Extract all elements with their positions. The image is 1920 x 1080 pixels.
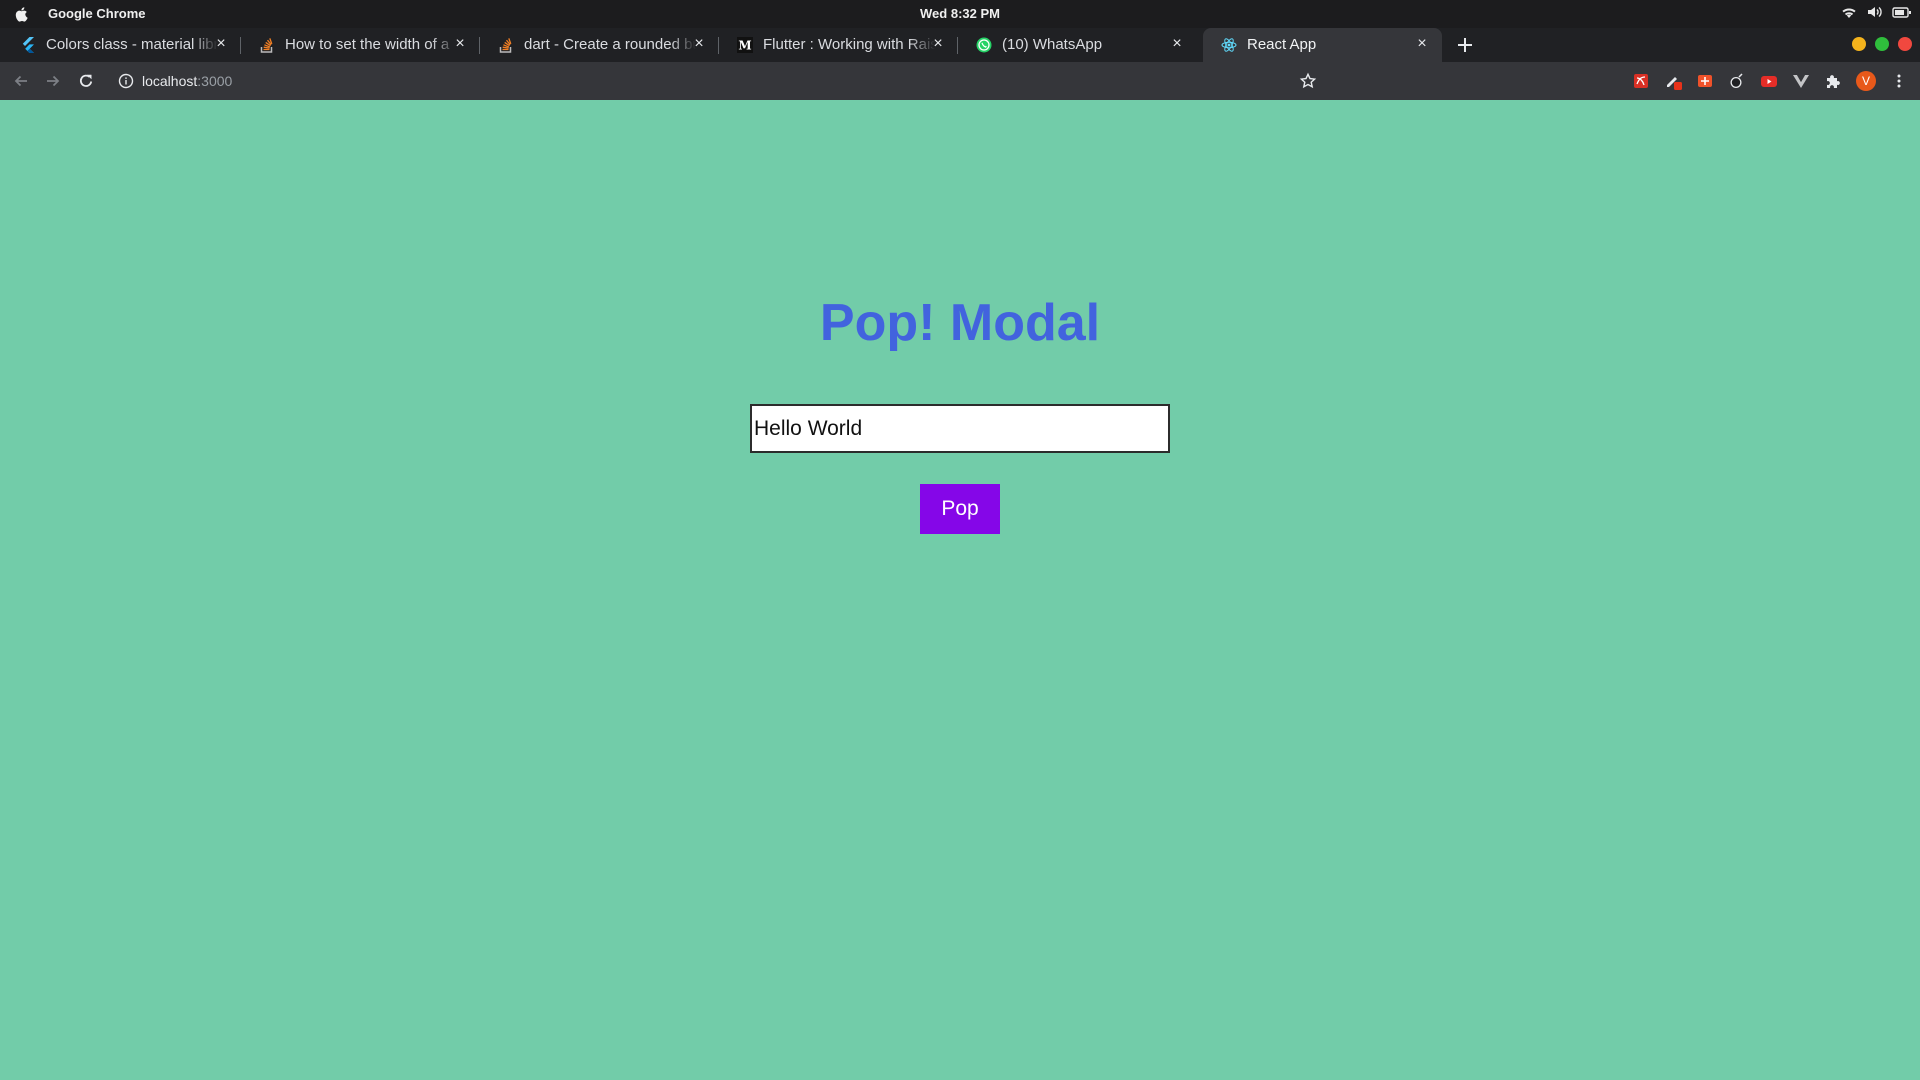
extension-pen-icon[interactable]	[1664, 72, 1682, 90]
reload-icon	[80, 74, 93, 87]
apple-icon[interactable]	[13, 5, 31, 23]
system-tray	[1840, 4, 1912, 20]
arrow-right-icon	[47, 75, 60, 87]
stackoverflow-icon	[498, 37, 514, 53]
url-text: localhost:3000	[142, 73, 232, 89]
active-app-name[interactable]: Google Chrome	[48, 6, 146, 21]
svg-text:M: M	[738, 39, 751, 53]
extension-screenshot-icon[interactable]	[1696, 72, 1714, 90]
extension-vue-icon[interactable]	[1792, 72, 1810, 90]
extension-bomb-icon[interactable]	[1728, 72, 1746, 90]
system-clock[interactable]: Wed 8:32 PM	[0, 6, 1920, 21]
tab-set-width[interactable]: How to set the width of a ×	[241, 28, 480, 62]
address-bar[interactable]: localhost:3000	[110, 66, 1610, 96]
maximize-button[interactable]	[1875, 37, 1889, 51]
battery-icon[interactable]	[1892, 4, 1912, 20]
flutter-icon	[20, 37, 36, 53]
close-icon[interactable]: ×	[1414, 36, 1430, 52]
react-icon	[1221, 37, 1237, 53]
profile-avatar[interactable]: V	[1856, 71, 1876, 91]
avatar-letter: V	[1861, 74, 1870, 88]
tab-whatsapp[interactable]: (10) WhatsApp ×	[958, 28, 1197, 62]
url-port: :3000	[197, 73, 233, 89]
tab-rounded-button[interactable]: dart - Create a rounded button ×	[480, 28, 719, 62]
tab-flutter-raised[interactable]: M Flutter : Working with Raised ×	[719, 28, 958, 62]
reload-button[interactable]	[74, 69, 98, 93]
extension-pdf-icon[interactable]	[1632, 72, 1650, 90]
page-heading: Pop! Modal	[819, 294, 1101, 352]
tab-title: How to set the width of a	[285, 36, 450, 53]
bookmark-star-icon[interactable]	[1299, 72, 1317, 90]
new-tab-button[interactable]	[1452, 32, 1478, 58]
tab-title: (10) WhatsApp	[1002, 36, 1103, 53]
pop-button[interactable]: Pop	[920, 484, 1000, 534]
medium-icon: M	[737, 37, 753, 53]
close-icon[interactable]: ×	[213, 36, 229, 52]
close-icon[interactable]: ×	[930, 36, 946, 52]
back-button[interactable]	[9, 69, 33, 93]
close-window-button[interactable]	[1898, 37, 1912, 51]
close-icon[interactable]: ×	[452, 36, 468, 52]
close-icon[interactable]: ×	[691, 36, 707, 52]
whatsapp-icon	[976, 37, 992, 53]
tab-title: React App	[1247, 36, 1317, 53]
tab-colors-class[interactable]: Colors class - material library ×	[2, 28, 241, 62]
info-icon[interactable]	[118, 73, 134, 89]
tab-strip: Colors class - material library × How to…	[0, 28, 1920, 62]
stackoverflow-icon	[259, 37, 275, 53]
forward-button[interactable]	[41, 69, 65, 93]
extension-icon-1[interactable]	[290, 72, 308, 90]
tab-title: Colors class - material library	[46, 36, 218, 53]
puzzle-icon[interactable]	[1824, 72, 1842, 90]
minimize-button[interactable]	[1852, 37, 1866, 51]
volume-icon[interactable]	[1866, 4, 1884, 20]
extension-youtube-icon[interactable]	[1760, 72, 1778, 90]
message-input[interactable]	[750, 404, 1170, 453]
tab-title: Flutter : Working with Raised	[763, 36, 935, 53]
page-content: Pop! Modal Pop	[0, 100, 1920, 1080]
wifi-icon[interactable]	[1840, 4, 1858, 20]
window-controls	[1852, 37, 1912, 51]
more-menu-icon[interactable]	[1890, 72, 1908, 90]
arrow-left-icon	[14, 75, 27, 87]
os-menu-bar: Google Chrome Wed 8:32 PM	[0, 0, 1920, 28]
close-icon[interactable]: ×	[1169, 36, 1185, 52]
tab-title: dart - Create a rounded button	[524, 36, 696, 53]
browser-toolbar: localhost:3000 V	[0, 62, 1920, 100]
tab-react-app[interactable]: React App ×	[1203, 28, 1442, 62]
plus-icon	[1458, 38, 1472, 52]
url-host: localhost	[142, 73, 198, 89]
